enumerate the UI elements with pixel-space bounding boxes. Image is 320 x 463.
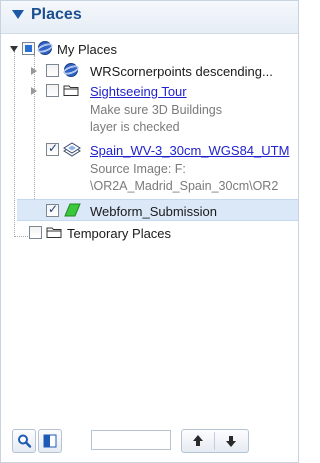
tree-node-my-places[interactable]: My Places xyxy=(1,39,298,59)
image-overlay-icon xyxy=(63,141,81,157)
expand-arrow-icon[interactable] xyxy=(31,87,37,95)
tree-node-temporary-places[interactable]: Temporary Places xyxy=(1,223,298,243)
webform-submission-checkbox[interactable] xyxy=(46,202,59,217)
tree-node-spain-wv3[interactable]: Spain_WV-3_30cm_WGS84_UTM xyxy=(1,140,298,160)
tree-node-wrscornerpoints[interactable]: WRScornerpoints descending... xyxy=(1,61,298,81)
places-tree: My Places WRScornerpoints descending... xyxy=(1,35,298,415)
sightseeing-tour-description: Make sure 3D Buildings layer is checked xyxy=(90,102,222,136)
move-up-button[interactable] xyxy=(182,430,214,452)
webform-submission-label: Webform_Submission xyxy=(90,204,217,219)
expand-arrow-icon[interactable] xyxy=(10,46,18,52)
sightseeing-tour-checkbox[interactable] xyxy=(46,84,59,97)
spain-wv3-description: Source Image: F: \OR2A_Madrid_Spain_30cm… xyxy=(90,161,278,195)
temporary-places-checkbox[interactable] xyxy=(29,226,42,239)
places-title: Places xyxy=(31,6,82,23)
description-line: \OR2A_Madrid_Spain_30cm\OR2 xyxy=(90,179,279,193)
arrow-up-icon xyxy=(193,435,203,446)
folder-icon xyxy=(46,225,62,241)
description-line: Source Image: F: xyxy=(90,162,186,176)
folder-icon xyxy=(63,83,79,99)
search-icon xyxy=(18,434,32,448)
move-down-button[interactable] xyxy=(215,430,247,452)
temporary-places-label: Temporary Places xyxy=(67,226,172,241)
polygon-icon xyxy=(63,202,81,218)
arrow-down-icon xyxy=(226,436,236,447)
places-toolbar xyxy=(1,423,298,462)
search-button[interactable] xyxy=(12,429,36,453)
wrscornerpoints-checkbox[interactable] xyxy=(46,64,59,77)
sightseeing-tour-link[interactable]: Sightseeing Tour xyxy=(90,84,187,99)
spain-wv3-checkbox[interactable] xyxy=(46,141,59,156)
triangle-down-icon[interactable] xyxy=(12,10,24,19)
spain-wv3-link[interactable]: Spain_WV-3_30cm_WGS84_UTM xyxy=(90,143,289,158)
globe-icon xyxy=(37,40,53,56)
tree-node-sightseeing-tour[interactable]: Sightseeing Tour xyxy=(1,81,298,101)
search-input[interactable] xyxy=(91,430,171,450)
my-places-checkbox[interactable] xyxy=(22,42,35,55)
places-panel: Places My Places WRScornerpoints descend… xyxy=(0,0,299,463)
description-line: layer is checked xyxy=(90,120,180,134)
description-line: Make sure 3D Buildings xyxy=(90,103,223,117)
move-buttons xyxy=(181,429,249,453)
split-view-button[interactable] xyxy=(38,429,62,453)
wrscornerpoints-label[interactable]: WRScornerpoints descending... xyxy=(90,64,273,79)
my-places-label: My Places xyxy=(57,42,117,57)
split-view-icon xyxy=(43,434,57,448)
tree-node-webform-submission[interactable]: Webform_Submission xyxy=(1,201,298,221)
globe-icon xyxy=(63,62,79,78)
expand-arrow-icon[interactable] xyxy=(31,67,37,75)
places-header[interactable]: Places xyxy=(1,1,298,34)
